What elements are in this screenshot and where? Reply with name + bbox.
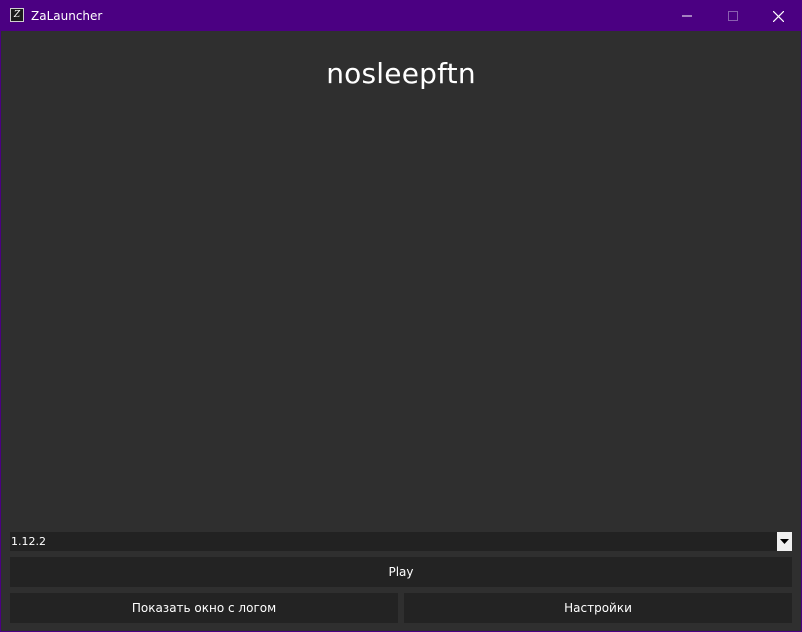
za-logo-icon: Z <box>10 8 24 22</box>
version-selected-value: 1.12.2 <box>11 535 46 548</box>
minimize-icon <box>682 15 692 17</box>
version-dropdown[interactable]: 1.12.2 <box>10 532 792 551</box>
play-button[interactable]: Play <box>10 557 792 587</box>
close-icon <box>772 10 784 22</box>
window-title: ZaLauncher <box>31 9 103 23</box>
minimize-button[interactable] <box>664 1 710 31</box>
settings-button[interactable]: Настройки <box>404 593 792 623</box>
maximize-button <box>710 1 756 31</box>
username-label: nosleepftn <box>326 57 476 90</box>
chevron-down-icon <box>780 538 789 544</box>
title-bar[interactable]: Z ZaLauncher <box>1 1 801 31</box>
maximize-icon <box>728 11 738 21</box>
dropdown-arrow-button[interactable] <box>777 532 792 551</box>
launcher-window: Z ZaLauncher nosleepftn 1.12.2 Play Пока… <box>0 0 802 632</box>
close-button[interactable] <box>755 1 801 31</box>
show-log-button[interactable]: Показать окно с логом <box>10 593 398 623</box>
